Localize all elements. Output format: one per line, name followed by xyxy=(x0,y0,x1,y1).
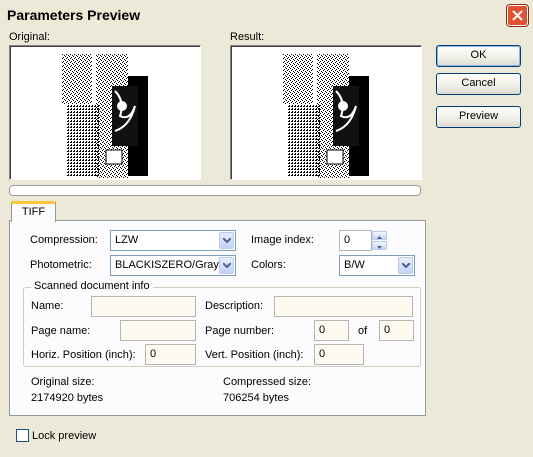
colors-dropdown-button[interactable] xyxy=(398,257,413,274)
page-number-label: Page number: xyxy=(205,325,275,337)
chevron-down-icon xyxy=(223,263,231,268)
description-label: Description: xyxy=(205,300,264,312)
result-preview xyxy=(230,45,422,180)
spin-up-button[interactable] xyxy=(372,231,387,240)
page-total-input[interactable]: 0 xyxy=(379,320,414,341)
name-input[interactable] xyxy=(91,296,196,317)
photometric-select[interactable]: BLACKISZERO/Gray xyxy=(110,255,236,276)
result-preview-image xyxy=(283,54,369,178)
tab-tiff[interactable]: TIFF xyxy=(11,201,56,222)
colors-select[interactable]: B/W xyxy=(339,255,415,276)
vert-position-input[interactable]: 0 xyxy=(314,344,364,365)
lock-preview-label: Lock preview xyxy=(32,430,97,442)
of-label: of xyxy=(358,325,368,337)
image-index-spinner xyxy=(372,231,387,250)
compression-value: LZW xyxy=(115,234,139,246)
name-label: Name: xyxy=(31,300,64,312)
progress-bar xyxy=(9,185,421,196)
close-button[interactable] xyxy=(507,5,528,26)
compressed-size-value: 706254 bytes xyxy=(223,392,290,404)
photometric-label: Photometric: xyxy=(30,259,92,271)
cancel-button[interactable]: Cancel xyxy=(436,73,521,95)
photometric-value: BLACKISZERO/Gray xyxy=(115,259,219,271)
colors-label: Colors: xyxy=(251,259,286,271)
horiz-position-value: 0 xyxy=(150,348,157,360)
page-name-label: Page name: xyxy=(31,325,91,337)
image-index-value: 0 xyxy=(344,234,351,246)
compression-select[interactable]: LZW xyxy=(110,230,236,251)
original-preview xyxy=(9,45,201,180)
description-input[interactable] xyxy=(274,296,413,317)
image-index-label: Image index: xyxy=(251,234,314,246)
original-preview-label: Original: xyxy=(9,31,50,43)
spin-down-button[interactable] xyxy=(372,241,387,250)
compression-dropdown-button[interactable] xyxy=(219,232,234,249)
horiz-position-label: Horiz. Position (inch): xyxy=(31,349,136,361)
close-icon xyxy=(512,10,523,21)
title-bar: Parameters Preview xyxy=(0,0,533,30)
result-preview-label: Result: xyxy=(230,31,265,43)
page-number-value: 0 xyxy=(319,324,326,336)
preview-button[interactable]: Preview xyxy=(436,106,521,128)
original-size-value: 2174920 bytes xyxy=(31,392,104,404)
original-preview-image xyxy=(62,54,148,178)
image-index-input[interactable]: 0 xyxy=(339,230,372,251)
scanned-document-group-label: Scanned document info xyxy=(31,280,153,292)
arrow-down-icon xyxy=(377,246,382,249)
compressed-size-label: Compressed size: xyxy=(223,376,312,388)
arrow-up-icon xyxy=(377,236,382,239)
compression-label: Compression: xyxy=(30,234,98,246)
window-title: Parameters Preview xyxy=(7,7,141,23)
vert-position-label: Vert. Position (inch): xyxy=(205,349,304,361)
ok-button[interactable]: OK xyxy=(436,45,521,67)
photometric-dropdown-button[interactable] xyxy=(219,257,234,274)
chevron-down-icon xyxy=(402,263,410,268)
chevron-down-icon xyxy=(223,238,231,243)
horiz-position-input[interactable]: 0 xyxy=(145,344,196,365)
page-number-input[interactable]: 0 xyxy=(314,320,349,341)
page-total-value: 0 xyxy=(384,324,391,336)
page-name-input[interactable] xyxy=(120,320,196,341)
lock-preview-checkbox[interactable] xyxy=(16,429,29,442)
colors-value: B/W xyxy=(344,259,365,271)
vert-position-value: 0 xyxy=(319,348,326,360)
original-size-label: Original size: xyxy=(31,376,95,388)
